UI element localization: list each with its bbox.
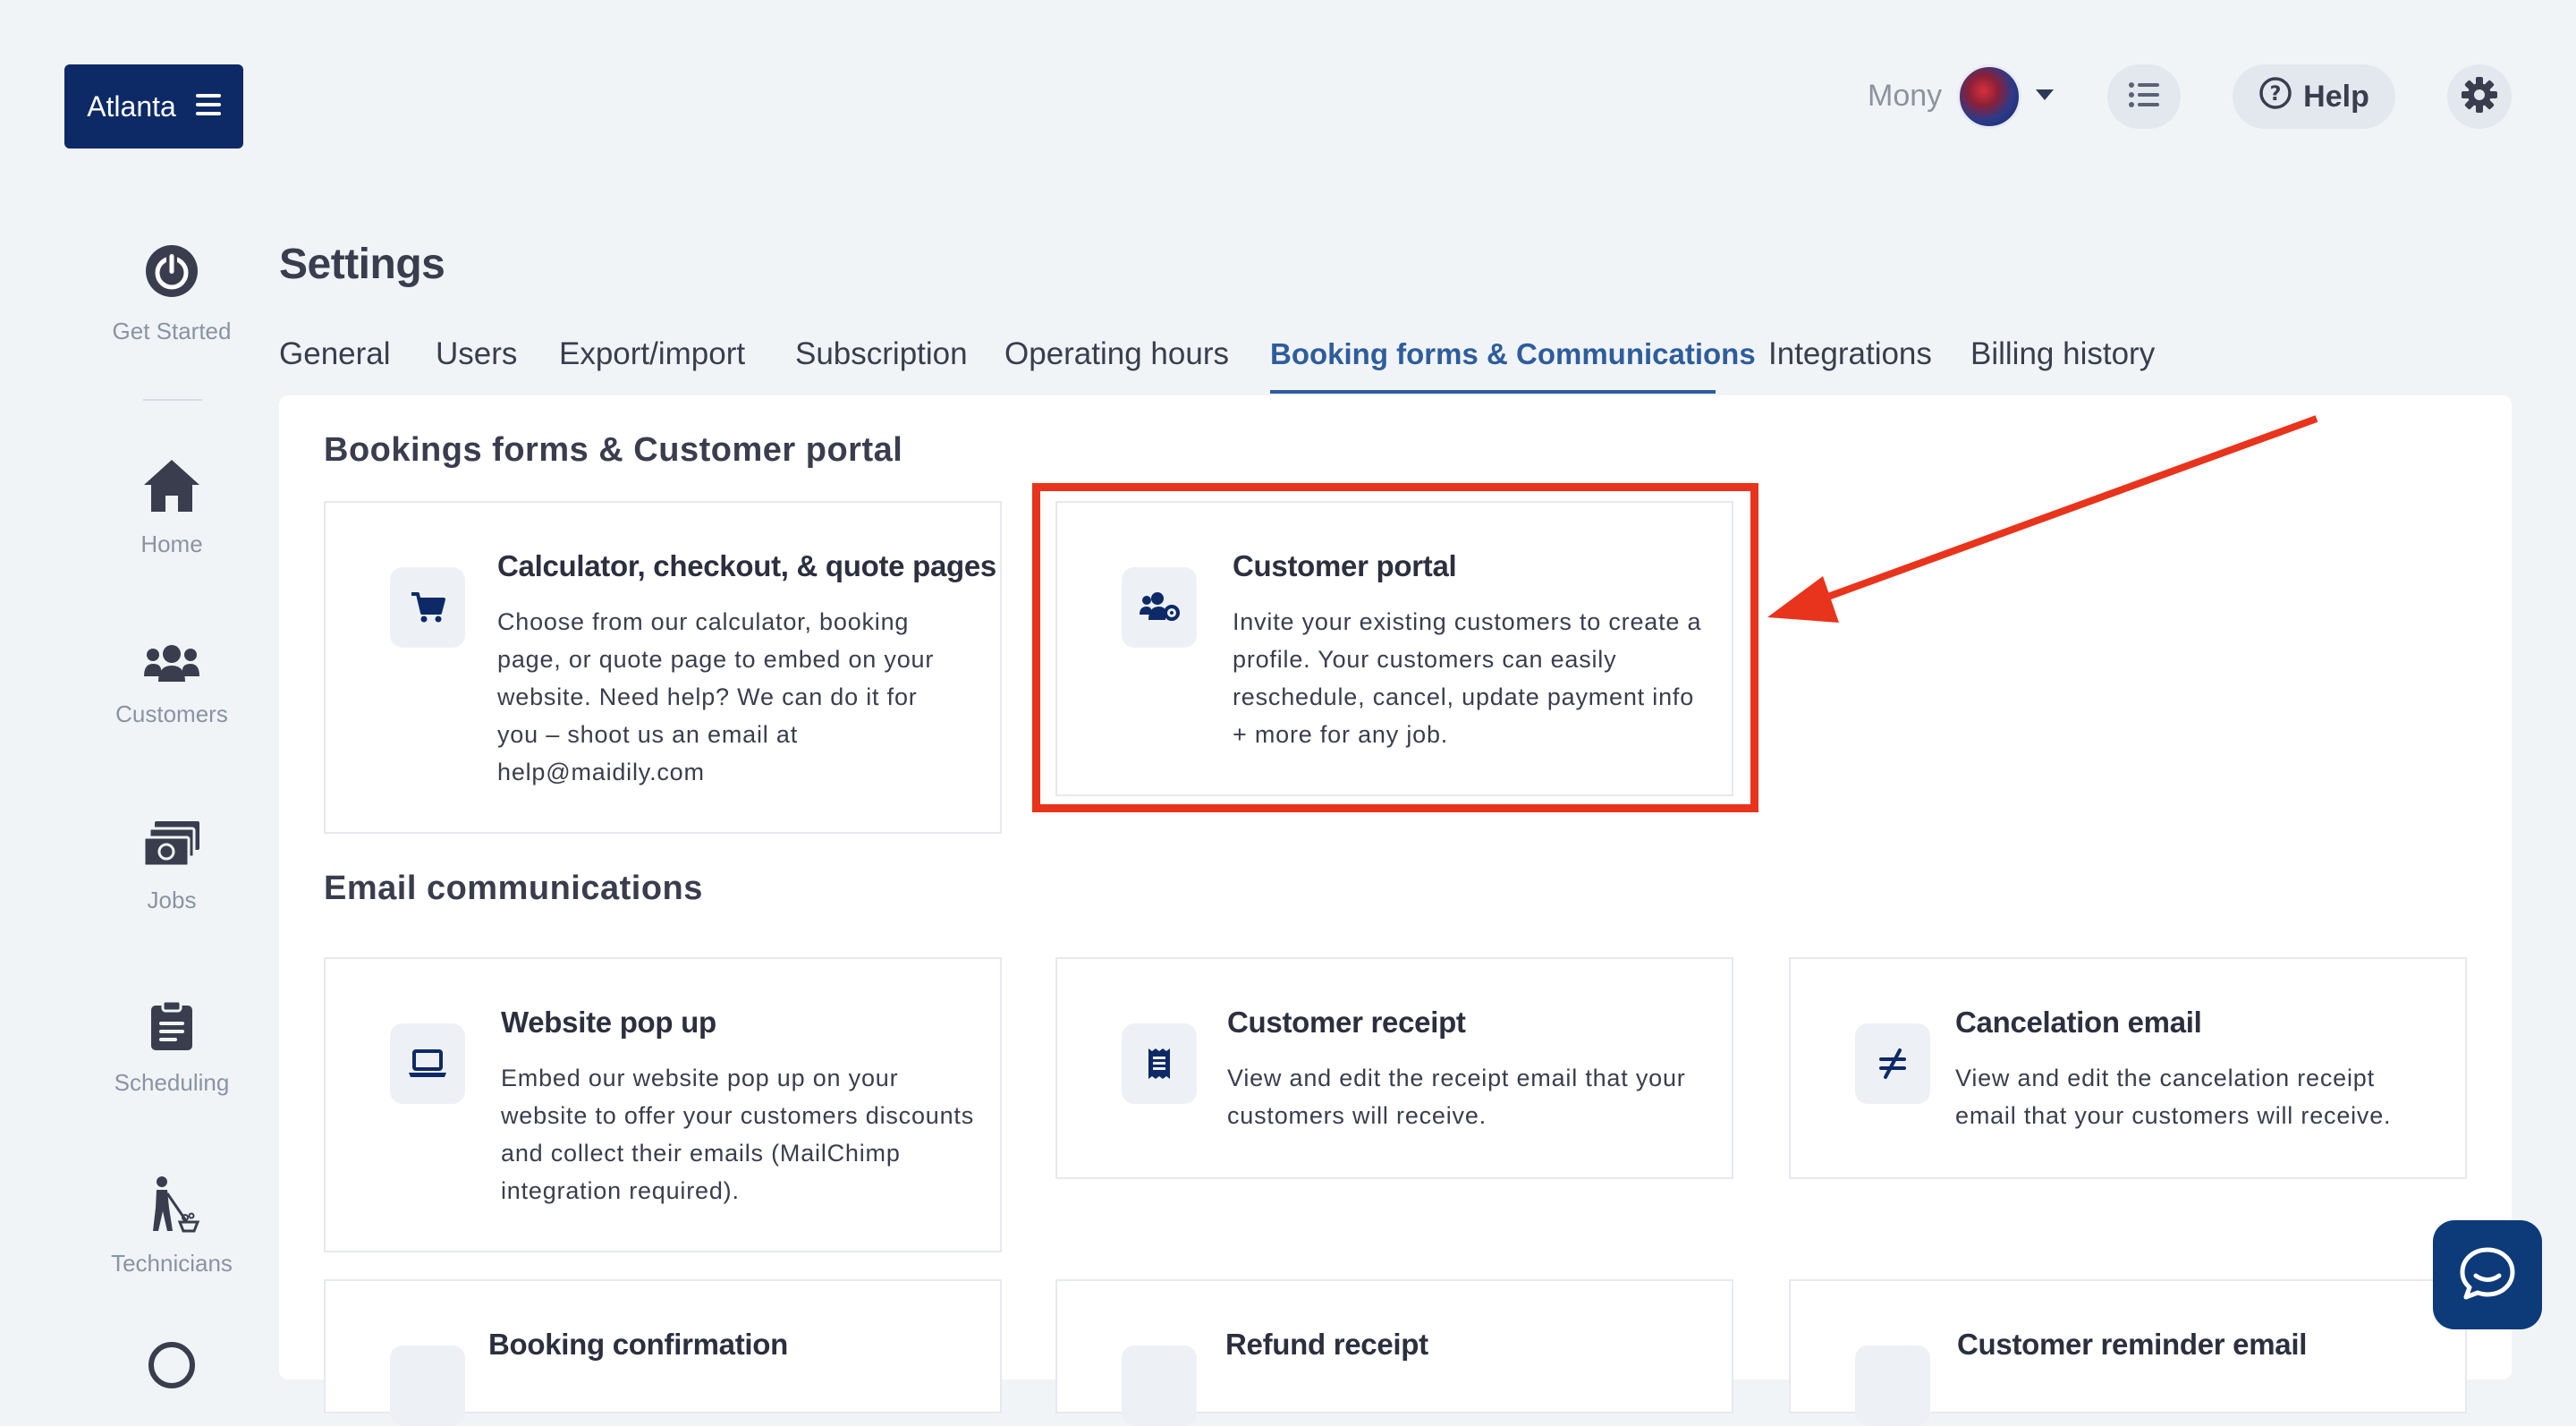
sidebar-item-label: Customers <box>115 700 228 727</box>
card-title: Booking confirmation <box>488 1328 788 1361</box>
tab-billing-history[interactable]: Billing history <box>1970 336 2155 372</box>
annotation-highlight-box <box>1032 483 1758 812</box>
card-title: Customer reminder email <box>1957 1328 2308 1361</box>
tab-booking-forms-communications[interactable]: Booking forms & Communications <box>1270 337 1756 371</box>
receipt-icon <box>1122 1023 1197 1104</box>
calculator-checkout-card[interactable]: Calculator, checkout, & quote pages Choo… <box>324 501 1002 834</box>
card-description: Choose from our calculator, booking page… <box>497 608 935 785</box>
tab-export-import[interactable]: Export/import <box>559 336 745 372</box>
refund-receipt-card[interactable]: Refund receipt <box>1055 1279 1733 1426</box>
section-title-email: Email communications <box>324 870 703 907</box>
location-label: Atlanta <box>87 89 176 123</box>
cancelation-email-card[interactable]: Cancelation email View and edit the canc… <box>1789 957 2467 1179</box>
card-description: View and edit the receipt email that you… <box>1227 1065 1686 1129</box>
tab-general[interactable]: General <box>279 336 391 372</box>
website-popup-card[interactable]: Website pop up Embed our website pop up … <box>324 957 1002 1252</box>
section-title-booking: Bookings forms & Customer portal <box>324 431 903 469</box>
customer-receipt-card[interactable]: Customer receipt View and edit the recei… <box>1055 957 1733 1179</box>
hamburger-menu-icon <box>195 90 221 123</box>
sidebar-item-label: Technicians <box>111 1250 233 1277</box>
card-title: Refund receipt <box>1225 1328 1428 1361</box>
card-title: Calculator, checkout, & quote pages <box>497 549 996 582</box>
list-icon <box>2129 81 2159 113</box>
caret-down-icon[interactable] <box>2036 89 2054 100</box>
location-switcher-button[interactable]: Atlanta <box>64 64 243 149</box>
refund-receipt-icon <box>1122 1345 1197 1426</box>
sidebar-item-scheduling[interactable]: Scheduling <box>89 999 254 1097</box>
help-label: Help <box>2303 79 2369 114</box>
annotation-arrow <box>1767 415 2318 623</box>
power-icon <box>142 242 201 305</box>
sidebar-item-jobs[interactable]: Jobs <box>89 819 254 914</box>
card-title: Cancelation email <box>1955 1006 2202 1039</box>
card-description: Embed our website pop up on your website… <box>501 1065 975 1204</box>
customer-reminder-email-card[interactable]: Customer reminder email <box>1789 1279 2467 1426</box>
active-tab-indicator <box>1270 390 1716 394</box>
booking-confirmation-card[interactable]: Booking confirmation <box>324 1279 1002 1426</box>
sidebar-item-label: Jobs <box>147 887 197 913</box>
card-description: View and edit the cancelation receipt em… <box>1955 1065 2392 1129</box>
card-title: Website pop up <box>501 1006 716 1039</box>
sidebar-item-more[interactable] <box>148 1342 195 1388</box>
money-icon <box>142 819 201 874</box>
sidebar-item-technicians[interactable]: Technicians <box>89 1176 254 1277</box>
question-circle-icon: ? <box>2258 76 2292 118</box>
sidebar-item-home[interactable]: Home <box>89 458 254 558</box>
chat-widget-button[interactable] <box>2433 1220 2542 1329</box>
laptop-icon <box>390 1023 465 1104</box>
avatar[interactable] <box>1957 64 2021 129</box>
user-name[interactable]: Mony <box>1868 79 1942 114</box>
cleaner-icon <box>142 1176 201 1237</box>
tab-subscription[interactable]: Subscription <box>795 336 968 372</box>
chat-bubble-icon <box>2459 1246 2516 1304</box>
sidebar-item-get-started[interactable]: Get Started <box>89 242 254 345</box>
sidebar-item-label: Scheduling <box>114 1069 230 1096</box>
gear-icon <box>2460 75 2499 119</box>
clipboard-icon <box>149 999 194 1057</box>
sidebar-divider <box>143 399 202 401</box>
svg-text:?: ? <box>2270 83 2282 106</box>
task-list-button[interactable] <box>2107 64 2181 129</box>
page-title: Settings <box>279 241 445 288</box>
sidebar-item-label: Get Started <box>112 318 232 344</box>
tab-users[interactable]: Users <box>436 336 517 372</box>
users-icon <box>142 644 201 688</box>
sidebar-item-label: Home <box>140 531 203 557</box>
home-icon <box>142 458 201 518</box>
settings-button[interactable] <box>2447 64 2512 129</box>
cart-icon <box>390 567 465 648</box>
not-equal-icon <box>1855 1023 1930 1104</box>
tab-integrations[interactable]: Integrations <box>1768 336 1932 372</box>
booking-confirmation-icon <box>390 1345 465 1426</box>
tab-operating-hours[interactable]: Operating hours <box>1004 336 1229 372</box>
card-title: Customer receipt <box>1227 1006 1466 1039</box>
customer-reminder-icon <box>1855 1345 1930 1426</box>
sidebar-item-customers[interactable]: Customers <box>89 644 254 728</box>
help-button[interactable]: ? Help <box>2233 64 2395 129</box>
